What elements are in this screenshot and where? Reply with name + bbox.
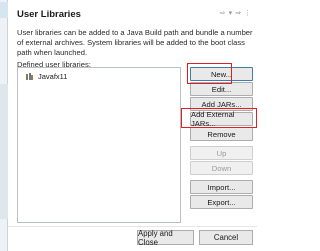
new-button[interactable]: New... [190, 67, 253, 81]
add-jars-button[interactable]: Add JARs... [190, 97, 253, 111]
cancel-button[interactable]: Cancel [199, 230, 253, 245]
tree-selected-item[interactable] [0, 2, 8, 18]
page-description: User libraries can be added to a Java Bu… [17, 28, 253, 57]
preferences-tree-panel[interactable] [0, 0, 8, 251]
add-external-jars-button[interactable]: Add External JARs... [190, 110, 253, 128]
import-button[interactable]: Import... [190, 180, 253, 194]
down-button[interactable]: Down [190, 161, 253, 175]
forward-arrow-icon[interactable]: ⇒ [235, 9, 241, 17]
export-button[interactable]: Export... [190, 195, 253, 209]
back-arrow-icon[interactable]: ⇨ [220, 9, 226, 17]
view-menu-icon[interactable]: ⋮ [244, 9, 251, 17]
footer-divider [8, 226, 257, 227]
up-button[interactable]: Up [190, 146, 253, 160]
library-name: Javafx11 [38, 71, 68, 81]
edit-button[interactable]: Edit... [190, 82, 253, 96]
list-item[interactable]: Javafx11 [26, 71, 67, 81]
remove-button[interactable]: Remove [190, 127, 253, 141]
page-title: User Libraries [17, 9, 81, 20]
user-libraries-list[interactable]: Javafx11 [17, 67, 181, 223]
header-navigation-tools: ⇨ ▾ ⇒ ⋮ [220, 9, 251, 17]
tree-scroll-region [0, 84, 8, 219]
chevron-down-icon[interactable]: ▾ [229, 9, 233, 17]
apply-and-close-button[interactable]: Apply and Close [137, 229, 194, 247]
library-icon [26, 72, 35, 80]
